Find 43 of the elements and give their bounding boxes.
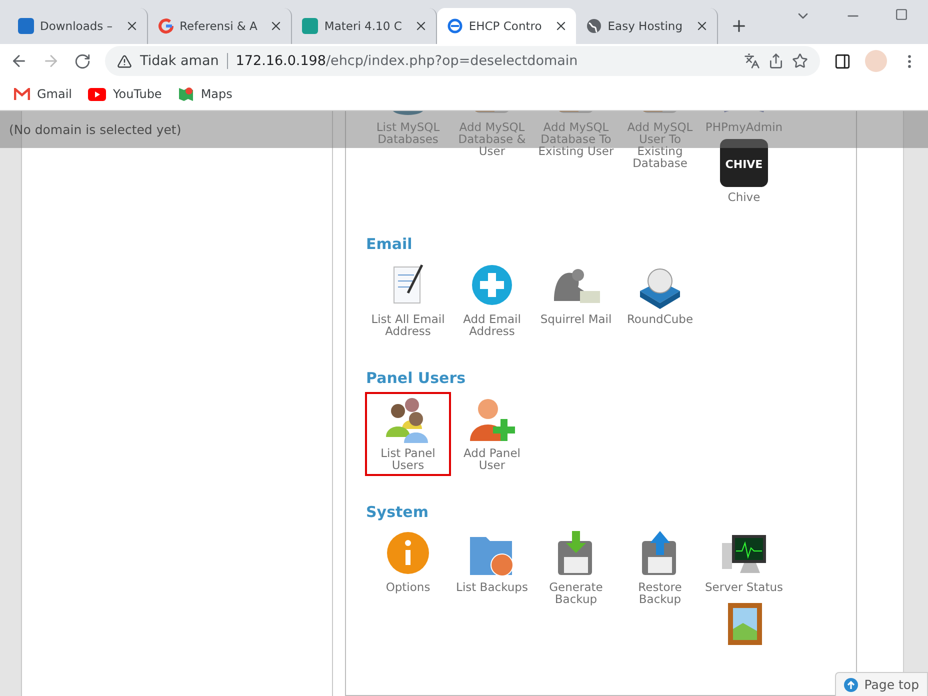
address-bar[interactable]: Tidak aman 172.16.0.198/ehcp/index.php?op=deselectdomain xyxy=(105,46,820,76)
play-icon xyxy=(88,88,106,100)
tool-link[interactable]: Add Panel User xyxy=(450,393,534,475)
section-heading: Email xyxy=(366,235,414,253)
highlighted-tool-link[interactable]: List Panel Users xyxy=(366,393,450,475)
section-heading: System xyxy=(366,503,430,521)
globe-icon xyxy=(586,18,602,34)
tool-link[interactable]: List All Email Address xyxy=(366,259,450,341)
map-pin-icon xyxy=(178,86,194,102)
tool-link[interactable]: Options xyxy=(366,527,450,597)
bookmark[interactable]: YouTube xyxy=(88,87,162,101)
arrow-up-icon xyxy=(844,678,858,692)
browser-tab[interactable]: EHCP Contro xyxy=(436,8,576,44)
share-icon[interactable] xyxy=(768,53,784,69)
tool-link[interactable]: Server Status xyxy=(702,527,786,597)
side-panel-icon[interactable] xyxy=(834,52,851,70)
star-icon[interactable] xyxy=(792,53,808,69)
logo-icon: CHIVE xyxy=(720,139,768,187)
info-icon xyxy=(384,529,432,577)
tool-link[interactable]: Restore Backup xyxy=(618,527,702,609)
bookmark[interactable]: Maps xyxy=(178,86,232,102)
tool-link[interactable]: Generate Backup xyxy=(534,527,618,609)
tool-link[interactable]: Add MySQL Database To Existing User xyxy=(534,111,618,161)
url-text: 172.16.0.198/ehcp/index.php?op=deselectdomain xyxy=(236,53,579,69)
tool-link[interactable]: Squirrel Mail xyxy=(534,259,618,329)
section-heading: Panel Users xyxy=(366,369,467,387)
tool-link[interactable]: Add MySQL User To Existing Database xyxy=(618,111,702,173)
google-icon xyxy=(158,18,174,34)
warning-icon xyxy=(117,54,132,68)
security-label: Tidak aman xyxy=(140,53,219,69)
tool-link[interactable]: List Backups xyxy=(450,527,534,597)
back-icon[interactable] xyxy=(10,52,28,70)
translate-icon[interactable] xyxy=(744,53,760,69)
tool-link[interactable]: RoundCube xyxy=(618,259,702,329)
bookmark[interactable]: Gmail xyxy=(14,87,72,101)
tool-link[interactable]: Add Email Address xyxy=(450,259,534,341)
tool-link[interactable]: CHIVE Chive xyxy=(702,137,786,207)
maximize-icon[interactable] xyxy=(895,8,908,21)
page-top-button[interactable]: Page top xyxy=(835,672,928,696)
reload-icon[interactable] xyxy=(74,52,91,70)
tool-link[interactable]: Add MySQL Database & User xyxy=(450,111,534,161)
notice-text: (No domain is selected yet) xyxy=(9,122,182,137)
mail-icon xyxy=(14,88,30,100)
